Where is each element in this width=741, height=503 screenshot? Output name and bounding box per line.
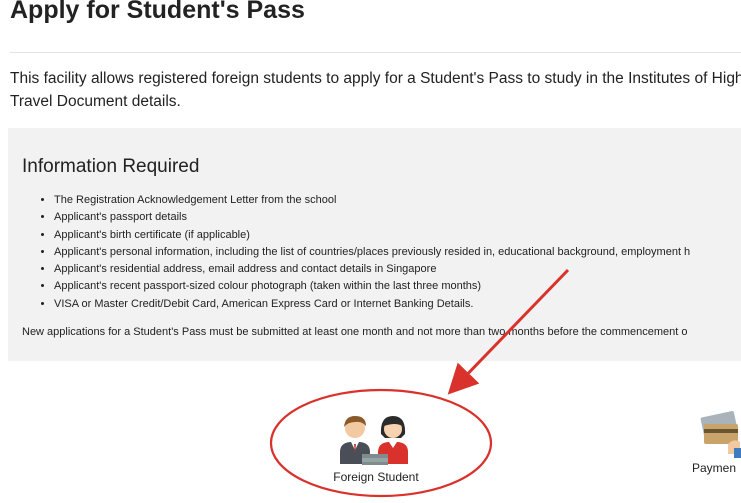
requirement-item: Applicant's recent passport-sized colour…: [54, 278, 690, 295]
payment-option[interactable]: Paymen: [692, 408, 741, 475]
requirement-item: Applicant's birth certificate (if applic…: [54, 227, 690, 244]
foreign-student-icon: [340, 416, 408, 465]
foreign-student-option[interactable]: Foreign Student: [318, 408, 434, 484]
payment-card-icon: [700, 411, 741, 458]
payment-label: Paymen: [692, 461, 737, 475]
requirements-list: The Registration Acknowledgement Letter …: [22, 192, 690, 313]
intro-text: This facility allows registered foreign …: [10, 67, 741, 113]
page-title: Apply for Student's Pass: [10, 0, 305, 24]
intro-line-2: Travel Document details.: [10, 93, 181, 110]
requirement-item: The Registration Acknowledgement Letter …: [54, 192, 690, 209]
books-icon: [362, 454, 388, 465]
title-divider: [10, 52, 741, 53]
submission-timing-note: New applications for a Student's Pass mu…: [22, 326, 688, 338]
page: Apply for Student's Pass This facility a…: [0, 0, 741, 503]
information-required-heading: Information Required: [22, 156, 200, 177]
information-required-panel: Information Required The Registration Ac…: [8, 128, 741, 361]
requirement-item: VISA or Master Credit/Debit Card, Americ…: [54, 296, 690, 313]
intro-line-1: This facility allows registered foreign …: [10, 70, 741, 87]
requirement-item: Applicant's passport details: [54, 209, 690, 226]
foreign-student-label: Foreign Student: [333, 470, 419, 484]
requirement-item: Applicant's personal information, includ…: [54, 244, 690, 261]
requirement-item: Applicant's residential address, email a…: [54, 261, 690, 278]
